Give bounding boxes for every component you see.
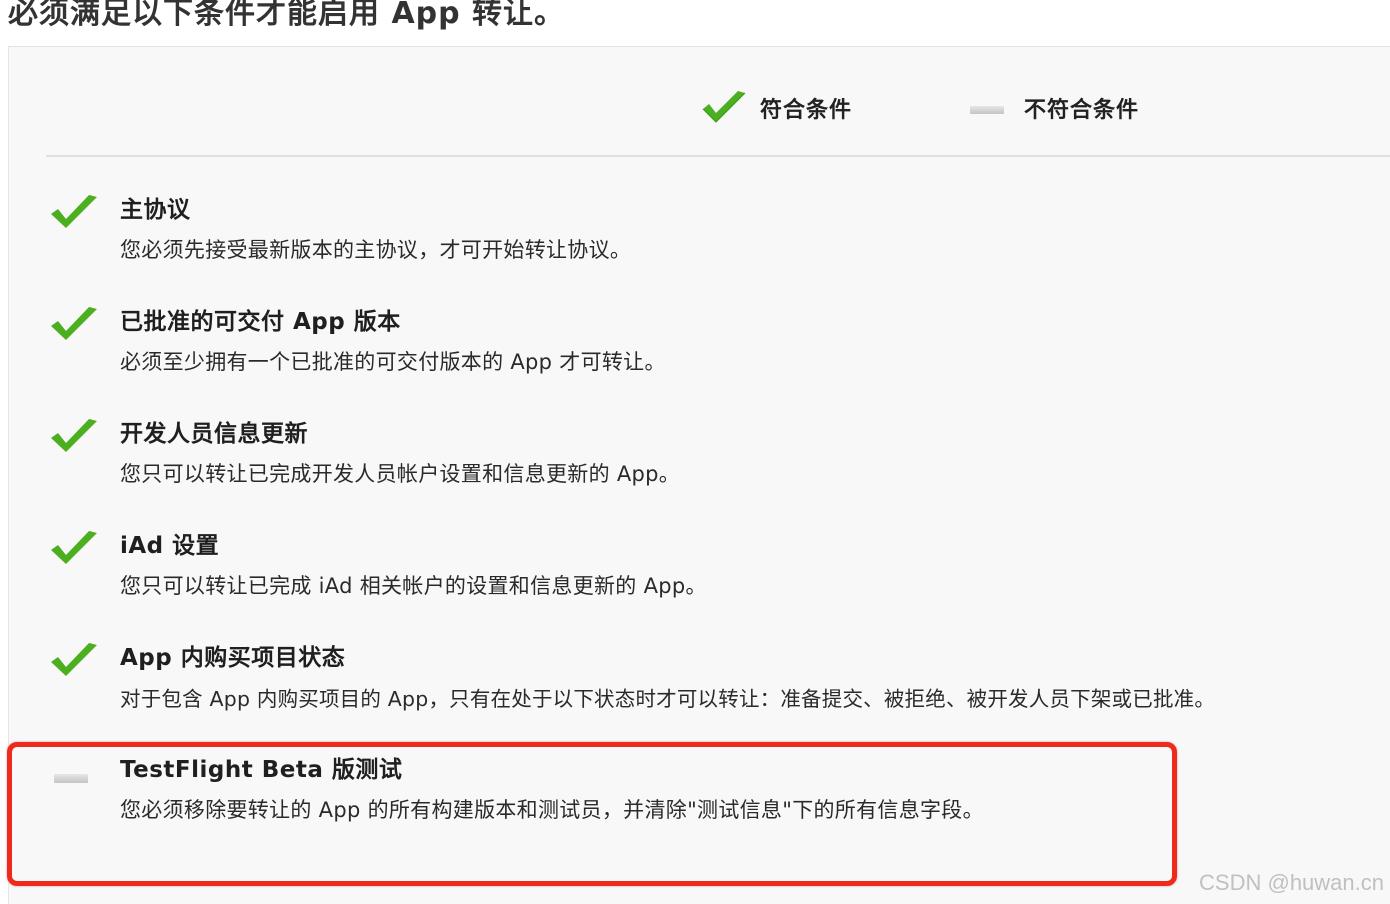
- page: 必须满足以下条件才能启用 App 转让。 符合条件 不符合条件 主协议 您必须先…: [0, 0, 1390, 904]
- requirement-title: 开发人员信息更新: [120, 421, 308, 447]
- checkmark-icon: [51, 643, 97, 676]
- legend-met: 符合条件: [700, 78, 852, 138]
- status-legend: 符合条件 不符合条件: [0, 78, 1390, 138]
- requirement-description: 对于包含 App 内购买项目的 App，只有在处于以下状态时才可以转让：准备提交…: [120, 687, 1216, 711]
- requirement-description: 您必须移除要转让的 App 的所有构建版本和测试员，并清除"测试信息"下的所有信…: [120, 798, 984, 822]
- requirement-title: App 内购买项目状态: [120, 645, 346, 671]
- requirement-title: iAd 设置: [120, 533, 220, 559]
- watermark: CSDN @huwan.cn: [1199, 870, 1384, 895]
- requirement-item: iAd 设置 您只可以转让已完成 iAd 相关帐户的设置和信息更新的 App。: [0, 526, 1390, 638]
- requirement-item: 已批准的可交付 App 版本 必须至少拥有一个已批准的可交付版本的 App 才可…: [0, 302, 1390, 414]
- checkmark-icon: [51, 195, 97, 228]
- page-title: 必须满足以下条件才能启用 App 转让。: [8, 0, 566, 31]
- requirement-description: 必须至少拥有一个已批准的可交付版本的 App 才可转让。: [120, 350, 666, 374]
- checkmark-icon: [51, 307, 97, 340]
- requirement-description: 您必须先接受最新版本的主协议，才可开始转让协议。: [120, 238, 632, 262]
- legend-unmet-label: 不符合条件: [1024, 98, 1140, 123]
- requirement-item: App 内购买项目状态 对于包含 App 内购买项目的 App，只有在处于以下状…: [0, 638, 1390, 750]
- checkmark-icon: [51, 419, 97, 452]
- legend-divider: [46, 155, 1390, 157]
- requirement-item: 开发人员信息更新 您只可以转让已完成开发人员帐户设置和信息更新的 App。: [0, 414, 1390, 526]
- legend-unmet: 不符合条件: [970, 78, 1139, 138]
- requirement-item: TestFlight Beta 版测试 您必须移除要转让的 App 的所有构建版…: [0, 750, 1390, 862]
- requirement-description: 您只可以转让已完成 iAd 相关帐户的设置和信息更新的 App。: [120, 574, 707, 598]
- requirement-description: 您只可以转让已完成开发人员帐户设置和信息更新的 App。: [120, 462, 681, 486]
- dash-icon: [970, 106, 1004, 114]
- dash-icon: [54, 774, 90, 786]
- requirement-title: 已批准的可交付 App 版本: [120, 309, 401, 335]
- requirement-title: TestFlight Beta 版测试: [120, 757, 403, 783]
- legend-met-label: 符合条件: [760, 98, 853, 123]
- checkmark-icon: [51, 531, 97, 564]
- checkmark-icon: [702, 91, 746, 123]
- requirement-title: 主协议: [120, 197, 191, 223]
- requirement-item: 主协议 您必须先接受最新版本的主协议，才可开始转让协议。: [0, 190, 1390, 302]
